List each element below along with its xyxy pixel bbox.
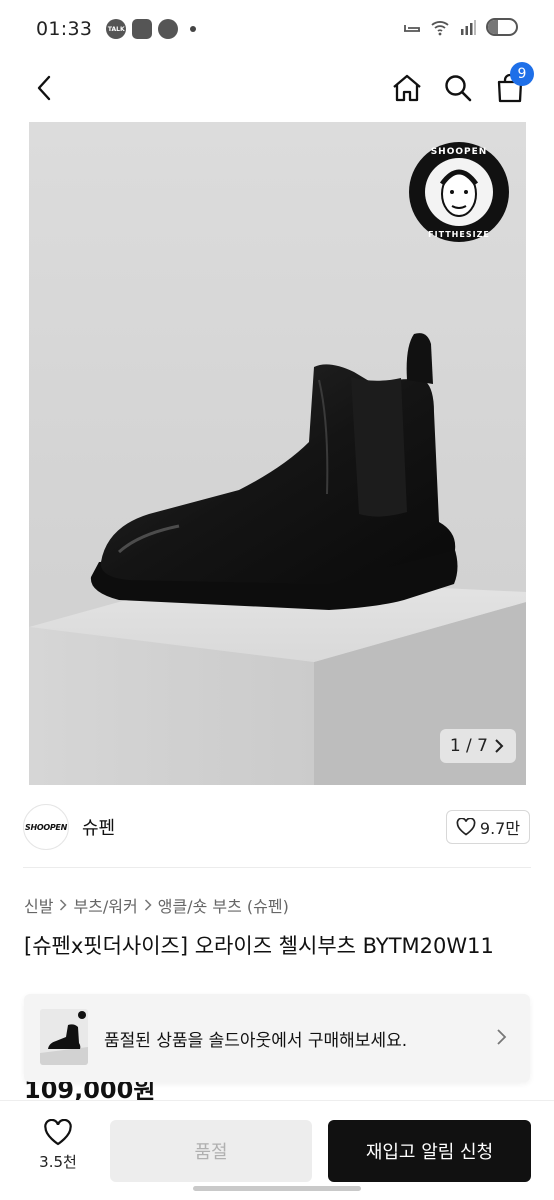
like-button[interactable]: 3.5천 — [30, 1119, 86, 1183]
brand-like-button[interactable]: 9.7만 — [446, 810, 530, 844]
divider — [23, 867, 531, 868]
brand-name[interactable]: 슈펜 — [82, 814, 115, 840]
banner-thumbnail — [40, 1009, 88, 1065]
signal-icon — [461, 20, 476, 35]
search-button[interactable] — [438, 66, 478, 110]
soldout-banner-text: 품절된 상품을 솔드아웃에서 구매해보세요. — [104, 1031, 408, 1051]
home-button[interactable] — [387, 66, 427, 110]
product-title: [슈펜x핏더사이즈] 오라이즈 첼시부츠 BYTM20W11 — [24, 934, 494, 958]
chevron-right-icon — [495, 739, 504, 753]
svg-text:SHOOPEN: SHOOPEN — [431, 147, 488, 157]
cart-count-badge: 9 — [510, 62, 534, 86]
soldout-button: 품절 — [110, 1120, 312, 1182]
like-count: 3.5천 — [39, 1153, 77, 1171]
shoopen-seal: SHOOPEN FITTHESIZE — [409, 142, 509, 242]
restock-alert-button[interactable]: 재입고 알림 신청 — [328, 1120, 531, 1182]
back-icon — [37, 75, 51, 101]
sleep-mode-icon — [404, 25, 420, 32]
battery-icon — [486, 18, 518, 36]
brand-logo-text: SHOOPEN — [25, 822, 67, 832]
chevron-right-icon — [144, 899, 152, 911]
bottom-action-bar: 3.5천 품절 재입고 알림 신청 — [0, 1100, 554, 1200]
breadcrumb-item[interactable]: 앵클/숏 부츠 (슈펜) — [158, 893, 289, 917]
talk-app-icon: TALK — [106, 19, 127, 39]
back-button[interactable] — [26, 66, 62, 110]
top-navigation: 9 — [0, 58, 554, 118]
more-notifications-dot — [190, 26, 197, 32]
status-time: 01:33 — [36, 18, 93, 40]
system-status-icons — [402, 17, 518, 37]
search-icon — [445, 75, 472, 102]
notification-icons: TALK — [106, 19, 197, 39]
chat-app-icon — [158, 19, 179, 39]
heart-icon — [456, 818, 476, 836]
soldout-banner[interactable]: 품절된 상품을 솔드아웃에서 구매해보세요. — [24, 994, 530, 1082]
breadcrumb-item[interactable]: 부츠/워커 — [73, 893, 137, 917]
cart-button[interactable]: 9 — [490, 62, 534, 110]
breadcrumb-item[interactable]: 신발 — [24, 893, 53, 917]
brand-logo[interactable]: SHOOPEN — [23, 804, 69, 850]
brand-row: SHOOPEN 슈펜 9.7만 — [0, 800, 554, 856]
chevron-right-icon — [60, 899, 68, 911]
home-icon — [393, 74, 421, 102]
breadcrumb: 신발 부츠/워커 앵클/숏 부츠 (슈펜) — [24, 893, 289, 917]
product-photo: SHOOPEN FITTHESIZE — [29, 142, 526, 785]
wifi-icon — [431, 21, 449, 36]
image-counter-button[interactable]: 1 / 7 — [439, 729, 516, 763]
home-indicator[interactable] — [193, 1186, 361, 1191]
brand-like-count: 9.7만 — [479, 819, 521, 838]
svg-text:FITTHESIZE: FITTHESIZE — [428, 230, 490, 239]
status-bar: 01:33 TALK — [0, 0, 554, 58]
product-image-carousel[interactable]: SHOOPEN FITTHESIZE 1 / 7 — [29, 122, 526, 785]
navigation-app-icon — [132, 19, 153, 39]
image-counter-text: 1 / 7 — [449, 736, 488, 756]
chevron-right-icon — [497, 1029, 507, 1045]
heart-icon — [44, 1119, 72, 1146]
